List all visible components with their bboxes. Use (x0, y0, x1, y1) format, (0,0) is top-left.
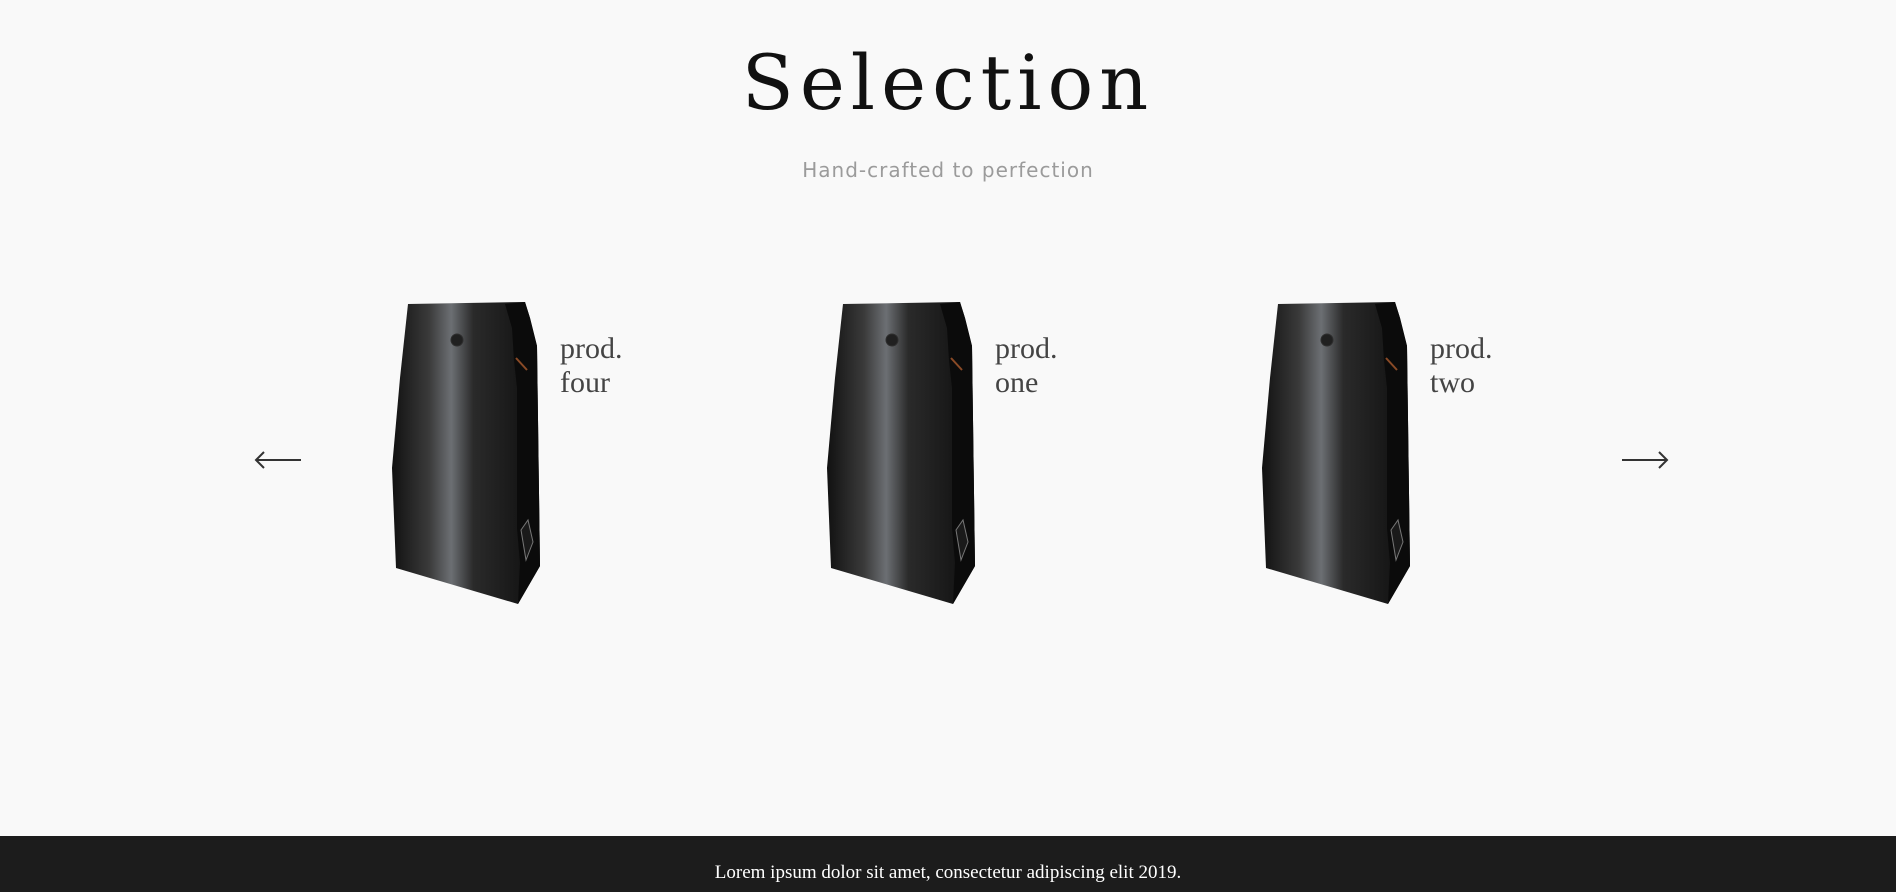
product-image (1260, 298, 1415, 608)
footer: Lorem ipsum dolor sit amet, consectetur … (0, 836, 1896, 892)
product-label: prod. four (560, 332, 623, 400)
product-card[interactable]: prod. four (390, 298, 650, 608)
page: Selection Hand-crafted to perfection pro… (0, 0, 1896, 892)
product-label-line2: two (1430, 366, 1475, 399)
product-label-line1: prod. (1430, 332, 1493, 365)
product-image (390, 298, 545, 608)
section-title: Selection (741, 38, 1155, 127)
section-subtitle: Hand-crafted to perfection (802, 158, 1094, 182)
product-label-line1: prod. (560, 332, 623, 365)
product-label-line2: one (995, 366, 1039, 399)
product-card[interactable]: prod. two (1260, 298, 1520, 608)
carousel-prev-button[interactable] (253, 445, 303, 475)
product-image (825, 298, 980, 608)
arrow-right-icon (1622, 451, 1669, 469)
product-label: prod. two (1430, 332, 1493, 400)
footer-text: Lorem ipsum dolor sit amet, consectetur … (714, 862, 1182, 883)
product-label: prod. one (995, 332, 1058, 400)
arrow-left-icon (254, 451, 301, 469)
product-label-line2: four (560, 366, 610, 399)
product-label-line1: prod. (995, 332, 1058, 365)
carousel-next-button[interactable] (1620, 445, 1670, 475)
product-card[interactable]: prod. one (825, 298, 1085, 608)
